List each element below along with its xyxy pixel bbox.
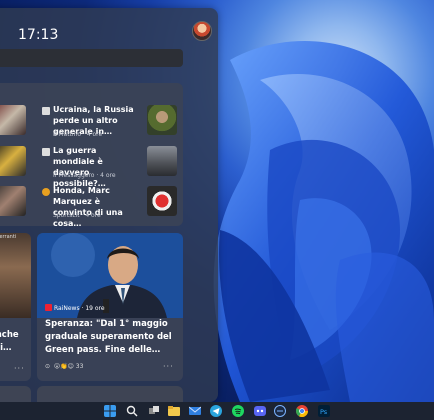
taskbar: Ps [0,402,434,420]
news-thumbnail [147,105,177,135]
more-options-icon[interactable]: ··· [163,362,174,371]
avatar[interactable] [192,21,212,41]
file-explorer-icon[interactable] [168,405,180,417]
news-thumbnail [147,186,177,216]
feature-source: RaiNews · 19 ore [45,304,105,312]
news-thumbnail-left [0,105,26,135]
next-card-partial[interactable] [0,386,31,402]
partial-caption: arsferranti [0,234,17,240]
feature-headline: Speranza: "Dal 1° maggio graduale supera… [45,319,172,355]
news-headline: La guerra mondiale è davvero possibile?… [53,146,106,188]
news-item[interactable]: Ucraina, la Russia perde un altro genera… [0,105,183,145]
news-headline: Honda, Marc Marquez è convinto di una co… [53,186,123,226]
source-icon [42,107,50,115]
source-icon [42,188,50,196]
spotify-icon[interactable] [232,405,244,417]
source-icon [42,148,50,156]
rainews-logo-icon [45,304,52,311]
partial-title: anche nti… [0,330,19,353]
news-meta: Il Mattino · 4 ore [53,131,103,138]
search-icon[interactable] [126,405,138,417]
reaction-count: 33 [75,363,84,370]
feature-news-card[interactable]: RaiNews · 19 ore Speranza: "Dal 1° maggi… [37,233,183,381]
clock-time: 17:13 [18,27,59,43]
reactions-row[interactable]: ⊙ 😮👏😊 33 [45,363,83,370]
svg-text:Ps: Ps [320,408,328,416]
emoji-reactions-icon: 😮👏😊 [53,363,74,370]
chrome-icon[interactable] [296,405,308,417]
widgets-panel: 17:13 Ucraina, la Russia perde un altro … [0,8,218,402]
photoshop-icon[interactable]: Ps [318,405,330,417]
task-view-icon[interactable] [148,405,160,417]
app-icon[interactable] [274,405,286,417]
news-card-partial[interactable]: arsferranti anche nti… ··· [0,233,31,381]
news-thumbnail-left [0,186,26,216]
like-icon[interactable]: ⊙ [45,363,50,370]
news-item[interactable]: Honda, Marc Marquez è convinto di una co… [0,186,183,226]
telegram-icon[interactable] [210,405,222,417]
news-thumbnail [147,146,177,176]
news-meta: SportsLit · 4 ore [53,212,101,219]
news-meta: Il Messaggero · 4 ore [53,172,116,179]
news-card: Ucraina, la Russia perde un altro genera… [0,83,183,226]
news-item[interactable]: La guerra mondiale è davvero possibile?…… [0,146,183,188]
windows-start-icon[interactable] [104,405,116,417]
next-card-partial[interactable] [37,386,183,402]
source-text: RaiNews · 19 ore [54,305,105,312]
more-options-icon[interactable]: ··· [14,364,25,373]
partial-photo [0,233,31,318]
discord-icon[interactable] [254,405,266,417]
search-bar[interactable] [0,49,183,67]
mail-icon[interactable] [189,405,201,417]
news-thumbnail-left [0,146,26,176]
